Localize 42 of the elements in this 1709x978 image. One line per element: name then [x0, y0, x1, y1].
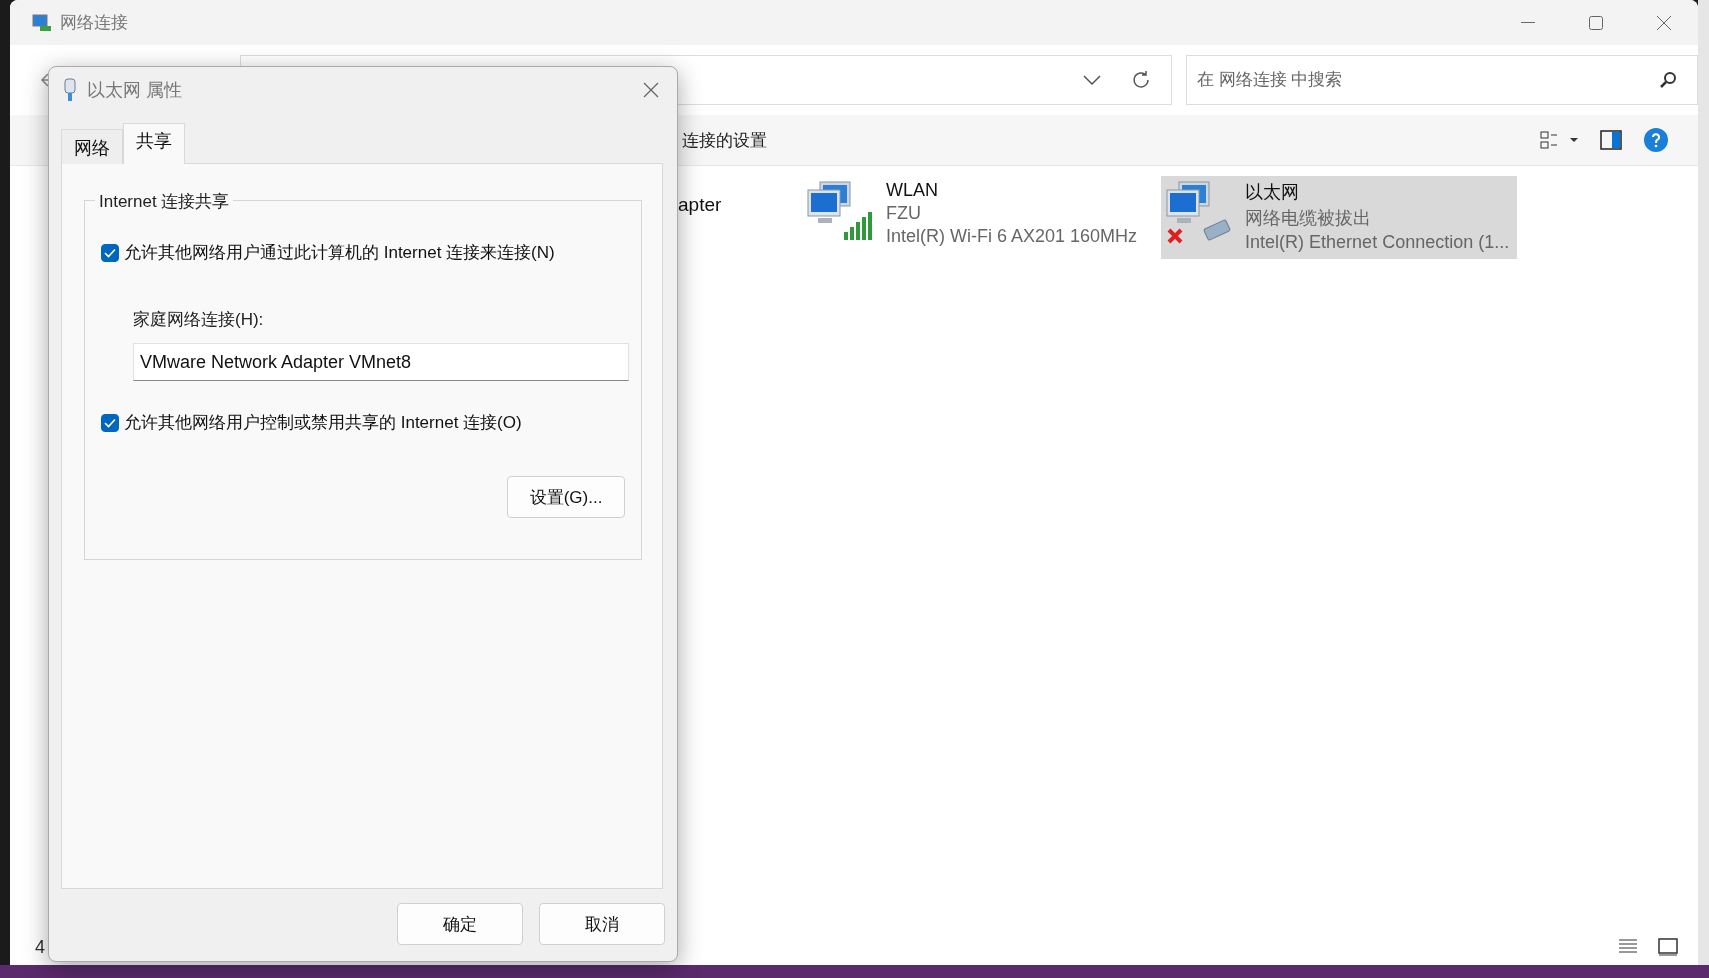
home-network-field[interactable]: VMware Network Adapter VMnet8 — [133, 343, 629, 381]
checkbox[interactable] — [101, 413, 119, 432]
close-button[interactable] — [643, 82, 659, 98]
group-legend: Internet 连接共享 — [95, 190, 234, 213]
allow-control-checkbox[interactable]: 允许其他网络用户控制或禁用共享的 Internet 连接(O) — [101, 411, 641, 434]
ok-button[interactable]: 确定 — [397, 903, 523, 945]
check-icon — [104, 417, 116, 428]
view-options-icon[interactable] — [1540, 131, 1578, 149]
cancel-button[interactable]: 取消 — [539, 903, 665, 945]
refresh-icon[interactable] — [1131, 70, 1151, 90]
preview-pane-icon[interactable] — [1600, 130, 1622, 150]
tab[interactable]: 共享 — [123, 123, 185, 164]
connection-item[interactable]: WLAN FZU Intel(R) Wi-Fi 6 AX201 160MHz — [802, 176, 1146, 253]
search-field[interactable]: 在 网络连接 中搜索 — [1186, 55, 1698, 105]
check-icon — [104, 247, 116, 258]
adapter-name: Intel(R) Wi-Fi 6 AX201 160MHz — [886, 226, 1138, 247]
adapter-name: Intel(R) Ethernet Connection (1... — [1245, 232, 1510, 253]
network-computer-icon — [32, 13, 52, 32]
maximize-icon — [1589, 15, 1603, 30]
help-icon[interactable] — [1644, 128, 1668, 152]
ethernet-plug-icon — [63, 78, 77, 102]
connection-status: FZU — [886, 203, 922, 224]
settings-button[interactable]: 设置(G)... — [507, 476, 625, 518]
tiles-view-icon[interactable] — [1658, 938, 1678, 956]
connection-item[interactable]: 以太网 网络电缆被拔出 Intel(R) Ethernet Connection (1... — [1161, 176, 1518, 259]
tab[interactable]: 网络 — [61, 129, 123, 164]
details-view-icon[interactable] — [1618, 938, 1638, 954]
field-label: 家庭网络连接(H): — [133, 309, 265, 331]
item-count: 4 — [35, 936, 45, 958]
minimize-icon — [1521, 21, 1535, 24]
connection-settings-command[interactable]: 连接的设置 — [682, 128, 767, 152]
dialog-title: 以太网 属性 — [87, 79, 182, 102]
connection-name: WLAN — [886, 180, 939, 201]
connection-status: 网络电缆被拔出 — [1245, 207, 1373, 230]
window-title: 网络连接 — [60, 12, 128, 34]
close-icon — [1656, 14, 1672, 31]
connection-name: 以太网 — [1245, 181, 1301, 204]
chevron-down-icon[interactable] — [1083, 75, 1101, 85]
checkbox[interactable] — [101, 243, 119, 262]
allow-sharing-checkbox[interactable]: 允许其他网络用户通过此计算机的 Internet 连接来连接(N) — [101, 241, 641, 264]
search-icon[interactable] — [1660, 71, 1678, 89]
connection-name: apter — [678, 194, 723, 216]
